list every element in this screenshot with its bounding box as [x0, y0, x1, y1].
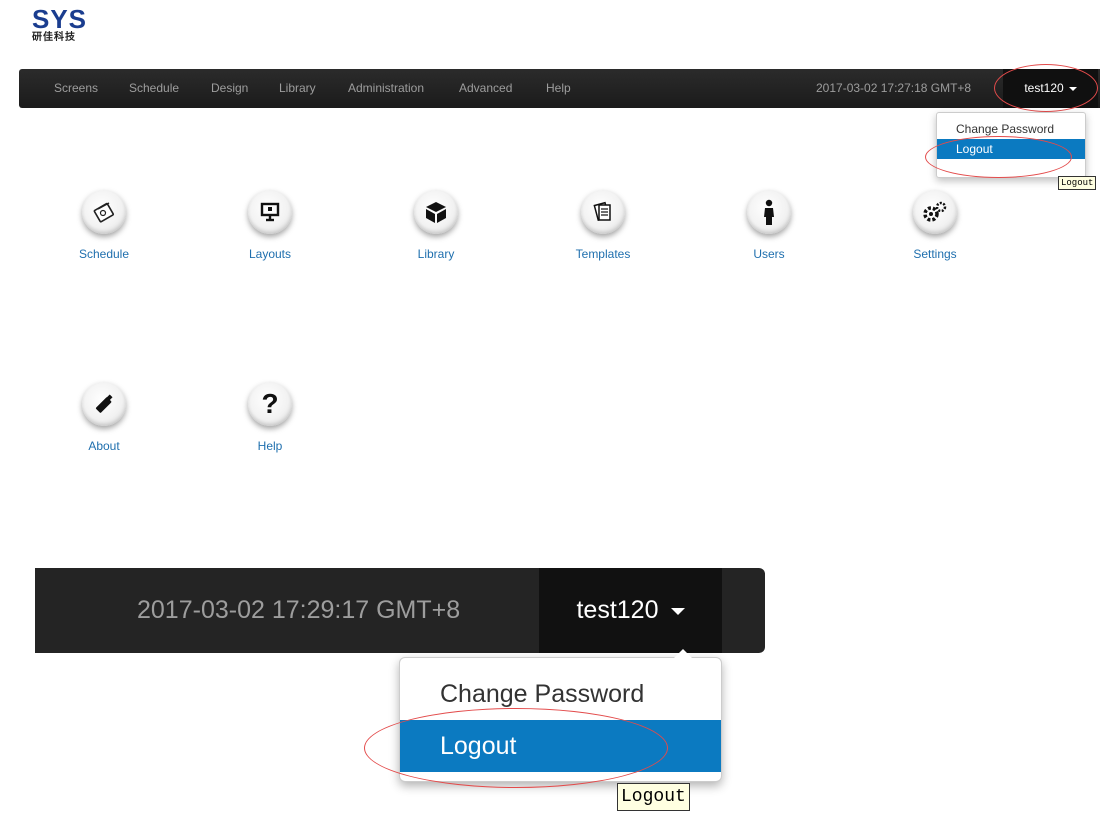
- nav-item-help[interactable]: Help: [546, 69, 571, 108]
- nav-item-library[interactable]: Library: [279, 69, 316, 108]
- tile-schedule[interactable]: Schedule: [49, 190, 159, 261]
- tile-label: Templates: [575, 247, 631, 261]
- nav-item-screens[interactable]: Screens: [54, 69, 98, 108]
- zoomed-navbar: 2017-03-02 17:29:17 GMT+8 test120: [35, 568, 765, 653]
- tile-label: Help: [257, 439, 283, 453]
- tile-templates[interactable]: Templates: [548, 190, 658, 261]
- person-icon: [747, 190, 791, 234]
- zoomed-server-clock: 2017-03-02 17:29:17 GMT+8: [137, 596, 461, 624]
- tile-label: Settings: [913, 247, 957, 261]
- caret-down-icon: [670, 607, 685, 615]
- tile-label: About: [88, 439, 120, 453]
- tile-users[interactable]: Users: [714, 190, 824, 261]
- logout-tooltip: Logout: [1058, 176, 1097, 190]
- highlight-ellipse: [925, 136, 1072, 178]
- tile-label: Users: [753, 247, 785, 261]
- presentation-board-icon: [248, 190, 292, 234]
- gears-icon: [913, 190, 957, 234]
- top-navbar: Screens Schedule Design Library Administ…: [19, 69, 1100, 108]
- nav-item-administration[interactable]: Administration: [348, 69, 424, 108]
- tile-settings[interactable]: Settings: [880, 190, 990, 261]
- zoomed-logout-tooltip: Logout: [617, 783, 690, 811]
- tile-layouts[interactable]: Layouts: [215, 190, 325, 261]
- tile-library[interactable]: Library: [381, 190, 491, 261]
- tile-about[interactable]: About: [49, 382, 159, 453]
- question-mark-icon: ?: [248, 382, 292, 426]
- usb-drive-icon: [82, 382, 126, 426]
- calendar-icon: [82, 190, 126, 234]
- zoomed-username-label: test120: [576, 596, 659, 624]
- zoomed-user-menu-toggle[interactable]: test120: [539, 568, 722, 653]
- dropdown-arrow: [674, 649, 692, 658]
- logo-mark: SYS: [32, 4, 88, 34]
- tile-label: Library: [417, 247, 455, 261]
- server-clock: 2017-03-02 17:27:18 GMT+8: [816, 81, 972, 95]
- nav-item-design[interactable]: Design: [211, 69, 248, 108]
- box-icon: [414, 190, 458, 234]
- nav-item-schedule[interactable]: Schedule: [129, 69, 179, 108]
- logo[interactable]: SYS 研佳科技: [32, 6, 102, 46]
- nav-item-advanced[interactable]: Advanced: [459, 69, 512, 108]
- highlight-ellipse: [364, 708, 668, 788]
- logo-subtitle: 研佳科技: [32, 32, 76, 43]
- highlight-ellipse: [994, 64, 1098, 112]
- tile-label: Schedule: [78, 247, 130, 261]
- documents-icon: [581, 190, 625, 234]
- tile-help[interactable]: ? Help: [215, 382, 325, 453]
- tile-label: Layouts: [248, 247, 292, 261]
